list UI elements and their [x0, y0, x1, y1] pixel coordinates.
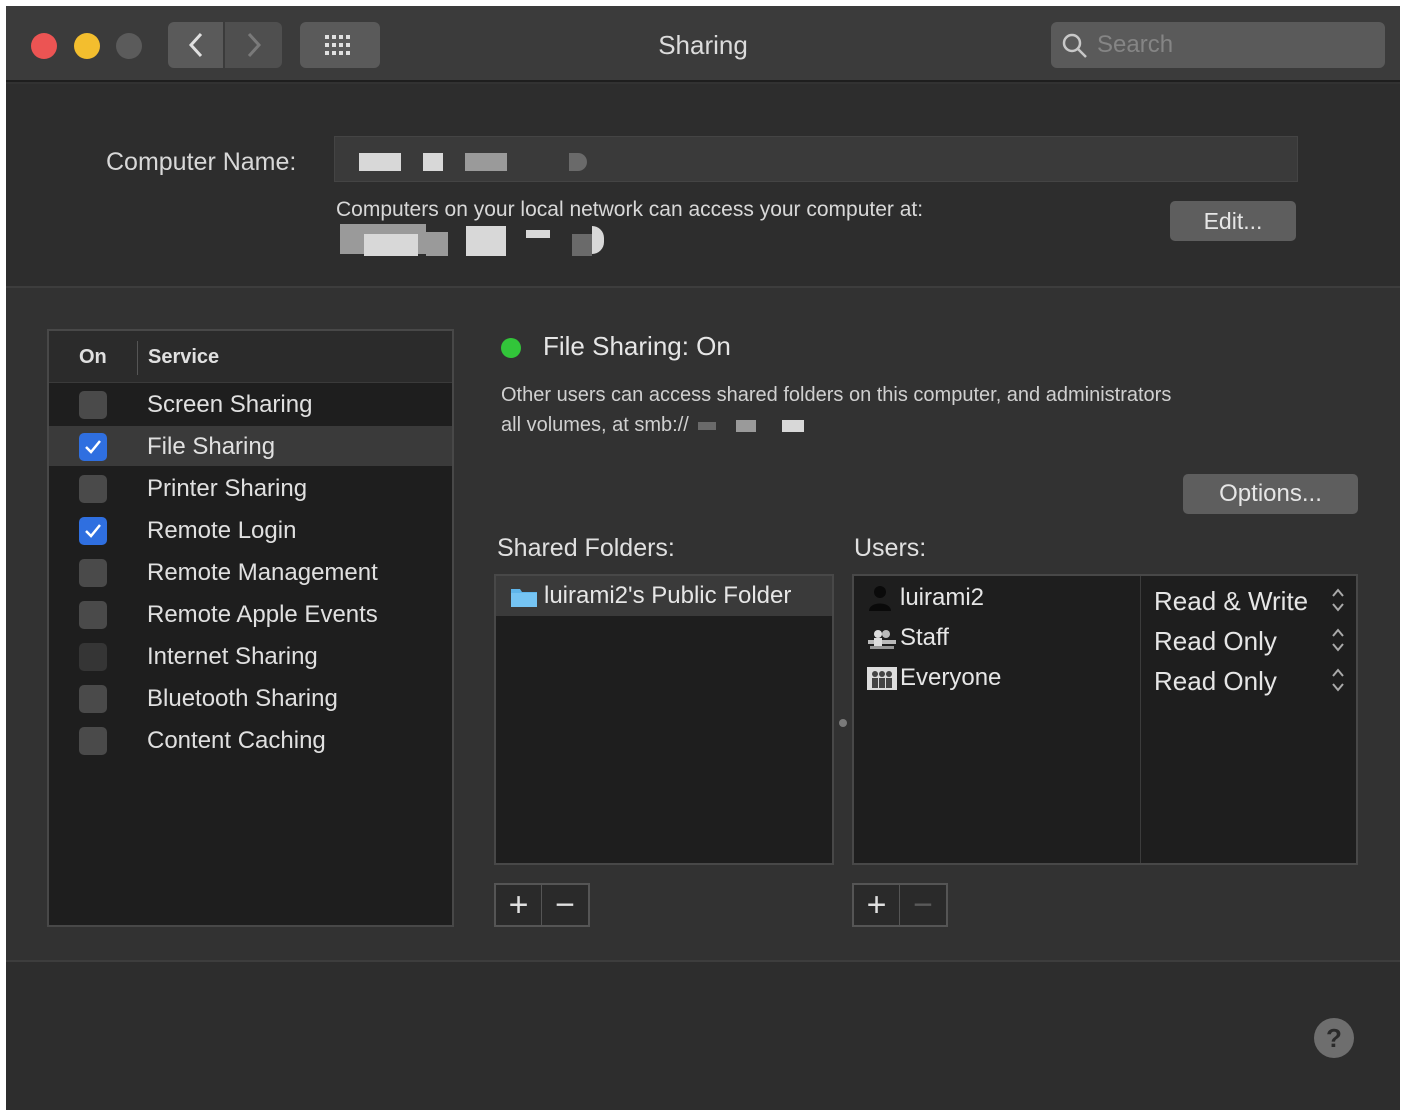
file-sharing-description: Other users can access shared folders on… [501, 384, 1172, 406]
service-label: Remote Apple Events [147, 601, 378, 628]
service-label: Internet Sharing [147, 643, 318, 670]
status-indicator [501, 338, 521, 358]
table-row[interactable]: Everyone Read Only [854, 658, 1356, 698]
user-name: Everyone [900, 664, 1002, 691]
folder-icon [511, 589, 537, 607]
table-row[interactable]: luirami2 Read & Write [854, 578, 1356, 618]
options-button[interactable]: Options... [1183, 474, 1358, 514]
column-header-on[interactable]: On [79, 346, 107, 369]
checkmark-icon [85, 524, 101, 538]
stepper-arrows-icon[interactable] [1330, 626, 1346, 654]
service-checkbox[interactable] [79, 559, 107, 587]
edit-button[interactable]: Edit... [1170, 201, 1296, 241]
computer-name-label: Computer Name: [106, 148, 297, 176]
service-label: Screen Sharing [147, 391, 313, 418]
remove-user-button[interactable]: − [900, 885, 946, 925]
user-name: Staff [900, 624, 949, 651]
redacted-text [359, 153, 401, 171]
redacted-text [781, 419, 804, 432]
shared-folders-list[interactable]: luirami2's Public Folder [494, 574, 834, 865]
add-user-button[interactable]: + [854, 885, 900, 925]
user-name: luirami2 [900, 584, 985, 611]
group-icon [868, 630, 896, 649]
stepper-arrows-icon[interactable] [1330, 586, 1346, 614]
service-label: File Sharing [147, 433, 276, 460]
service-row-remote-apple-events[interactable]: Remote Apple Events [49, 594, 452, 634]
column-divider [137, 341, 138, 375]
service-checkbox[interactable] [79, 475, 107, 503]
split-view-handle[interactable] [839, 719, 847, 727]
network-address-text: Computers on your local network can acce… [336, 198, 924, 221]
service-row-bluetooth-sharing[interactable]: Bluetooth Sharing [49, 678, 452, 718]
search-icon [1062, 33, 1087, 58]
service-label: Printer Sharing [147, 475, 308, 502]
permission-value[interactable]: Read Only [1154, 626, 1277, 657]
permission-value[interactable]: Read & Write [1154, 586, 1308, 617]
service-list: On Service Screen Sharing File Sharing P… [47, 329, 454, 927]
users-label: Users: [854, 534, 927, 562]
redacted-text [465, 153, 507, 171]
service-row-file-sharing[interactable]: File Sharing [49, 426, 452, 466]
title-bar: Sharing [6, 6, 1400, 82]
service-checkbox[interactable] [79, 391, 107, 419]
folder-name: luirami2's Public Folder [544, 582, 792, 609]
service-label: Content Caching [147, 727, 326, 754]
add-folder-button[interactable]: + [496, 885, 542, 925]
footer [6, 960, 1400, 1110]
search-box[interactable] [1051, 22, 1385, 68]
sharing-window: Sharing Computer Name: Computers on your… [6, 6, 1400, 1110]
search-input[interactable] [1097, 28, 1367, 62]
service-checkbox[interactable] [79, 517, 107, 545]
service-row-screen-sharing[interactable]: Screen Sharing [49, 384, 452, 424]
stepper-arrows-icon[interactable] [1330, 666, 1346, 694]
service-checkbox[interactable] [79, 433, 107, 461]
file-sharing-status: File Sharing: On [543, 331, 731, 361]
service-checkbox[interactable] [79, 727, 107, 755]
table-row[interactable]: Staff Read Only [854, 618, 1356, 658]
redacted-text [423, 153, 443, 171]
user-icon [869, 586, 891, 611]
remove-folder-button[interactable]: − [542, 885, 588, 925]
computer-name-field[interactable] [334, 136, 1298, 182]
users-add-remove: + − [852, 883, 948, 927]
service-checkbox[interactable] [79, 685, 107, 713]
redacted-text [569, 153, 587, 171]
checkmark-icon [85, 440, 101, 454]
service-row-remote-login[interactable]: Remote Login [49, 510, 452, 550]
shared-folders-label: Shared Folders: [497, 534, 675, 562]
shared-folders-add-remove: + − [494, 883, 590, 927]
file-sharing-address-prefix: all volumes, at smb:// [501, 414, 689, 436]
service-row-printer-sharing[interactable]: Printer Sharing [49, 468, 452, 508]
service-label: Bluetooth Sharing [147, 685, 338, 712]
service-label: Remote Management [147, 559, 378, 586]
service-row-content-caching[interactable]: Content Caching [49, 720, 452, 760]
permission-value[interactable]: Read Only [1154, 666, 1277, 697]
computer-name-section: Computer Name: Computers on your local n… [6, 84, 1400, 288]
redacted-text [735, 419, 756, 432]
everyone-icon [867, 667, 897, 690]
file-sharing-address: all volumes, at smb:// [501, 414, 804, 437]
users-list[interactable]: luirami2 Read & Write Staff Read Only Ev… [852, 574, 1358, 865]
service-row-internet-sharing[interactable]: Internet Sharing [49, 636, 452, 676]
service-checkbox[interactable] [79, 643, 107, 671]
service-checkbox[interactable] [79, 601, 107, 629]
service-list-header: On Service [49, 331, 452, 383]
redacted-text [698, 421, 717, 430]
service-row-remote-management[interactable]: Remote Management [49, 552, 452, 592]
list-item[interactable]: luirami2's Public Folder [496, 576, 832, 616]
service-label: Remote Login [147, 517, 297, 544]
column-header-service[interactable]: Service [148, 346, 219, 369]
help-button[interactable]: ? [1314, 1018, 1354, 1058]
